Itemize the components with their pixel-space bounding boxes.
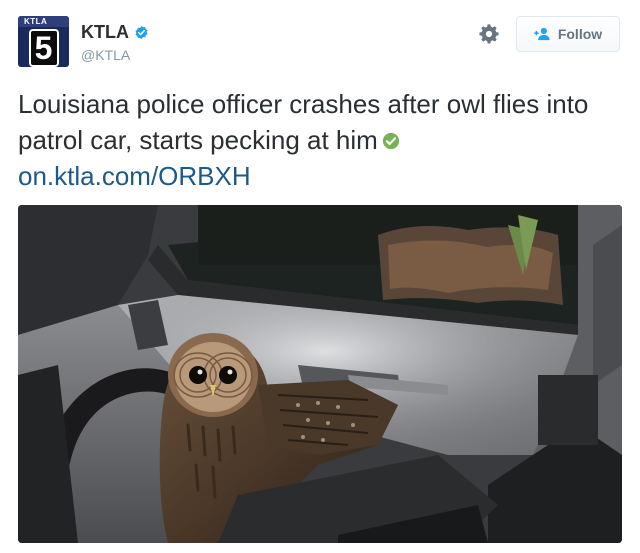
follow-button[interactable]: Follow <box>516 16 620 52</box>
tweet-link[interactable]: on.ktla.com/ORBXH <box>18 161 251 191</box>
tweet-card: KTLA 5 KTLA @KTLA Follow Louisiana polic… <box>0 0 640 553</box>
check-mark-icon <box>382 132 399 150</box>
display-name[interactable]: KTLA <box>81 22 129 43</box>
account-handle[interactable]: @KTLA <box>81 47 130 63</box>
add-user-icon <box>534 27 550 41</box>
gear-icon[interactable] <box>478 23 500 45</box>
avatar[interactable]: KTLA 5 <box>18 16 69 67</box>
tweet-photo[interactable] <box>18 205 622 543</box>
tweet-text: Louisiana police officer crashes after o… <box>18 86 628 194</box>
avatar-number: 5 <box>18 22 69 67</box>
tweet-body: Louisiana police officer crashes after o… <box>18 89 589 155</box>
verified-badge-icon <box>135 25 148 40</box>
owl-in-patrol-car-photo <box>18 205 622 543</box>
avatar-number-text: 5 <box>28 29 59 67</box>
follow-label: Follow <box>557 26 603 42</box>
account-name-row[interactable]: KTLA <box>81 22 149 43</box>
